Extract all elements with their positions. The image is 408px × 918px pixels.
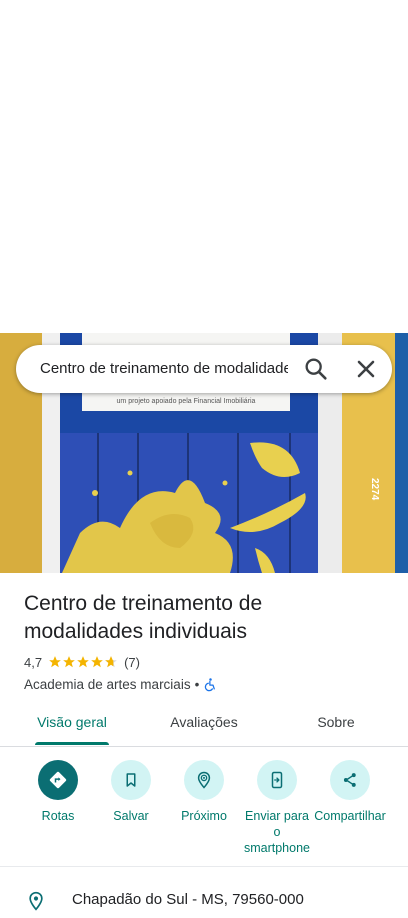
send-to-phone-icon [271, 771, 283, 789]
share-label: Compartilhar [314, 809, 386, 823]
send-to-phone-circle [257, 760, 297, 800]
share-button[interactable]: Compartilhar [312, 760, 388, 824]
place-title: Centro de treinamento de modalidades ind… [24, 590, 384, 646]
save-label: Salvar [113, 809, 149, 823]
star-icon [77, 656, 89, 668]
directions-circle [38, 760, 78, 800]
star-half-icon [105, 656, 117, 668]
close-icon [357, 360, 375, 378]
star-icon [91, 656, 103, 668]
category-row: Academia de artes marciais • [24, 675, 218, 693]
tab-reviews[interactable]: Avaliações [154, 700, 254, 744]
map-blank-area [0, 0, 408, 333]
save-circle [111, 760, 151, 800]
banner-text: um projeto apoiado pela Financial Imobil… [117, 398, 256, 405]
tab-bar: Visão geral Avaliações Sobre [0, 700, 408, 747]
address-text: Chapadão do Sul - MS, 79560-000 [72, 891, 304, 908]
rating-value: 4,7 [24, 654, 43, 670]
nearby-circle [184, 760, 224, 800]
place-title-line2: modalidades individuais [24, 620, 247, 643]
search-button[interactable] [302, 355, 330, 383]
rating-row[interactable]: 4,7 (7) [24, 653, 140, 671]
save-button[interactable]: Salvar [93, 760, 169, 824]
tab-overview[interactable]: Visão geral [22, 700, 122, 744]
star-icon [63, 656, 75, 668]
share-circle [330, 760, 370, 800]
address-row[interactable]: Chapadão do Sul - MS, 79560-000 [0, 888, 408, 918]
directions-label: Rotas [41, 809, 75, 823]
clear-search-button[interactable] [352, 355, 380, 383]
search-icon [305, 358, 327, 380]
location-pin-icon [29, 891, 43, 911]
divider [0, 866, 408, 867]
active-tab-indicator [35, 742, 109, 745]
send-to-phone-label: Enviar para o smartphone [243, 809, 310, 855]
directions-icon [49, 771, 67, 789]
street-number: 2274 [369, 478, 380, 501]
review-count[interactable]: (7) [124, 655, 140, 670]
tab-about[interactable]: Sobre [296, 700, 376, 744]
place-title-line1: Centro de treinamento de [24, 592, 263, 615]
separator-dot: • [194, 676, 200, 692]
share-icon [343, 773, 356, 787]
nearby-icon [197, 771, 211, 789]
search-input[interactable]: Centro de treinamento de modalidades ind… [40, 345, 288, 393]
star-icon [49, 656, 61, 668]
nearby-button[interactable]: Próximo [166, 760, 242, 824]
wheelchair-accessible-icon [205, 677, 216, 691]
send-to-phone-button[interactable]: Enviar para o smartphone [239, 760, 315, 856]
directions-button[interactable]: Rotas [20, 760, 96, 824]
bookmark-icon [126, 773, 136, 787]
star-rating [48, 655, 118, 669]
place-category: Academia de artes marciais [24, 676, 191, 692]
search-bar[interactable]: Centro de treinamento de modalidades ind… [16, 345, 392, 393]
nearby-label: Próximo [181, 809, 227, 823]
